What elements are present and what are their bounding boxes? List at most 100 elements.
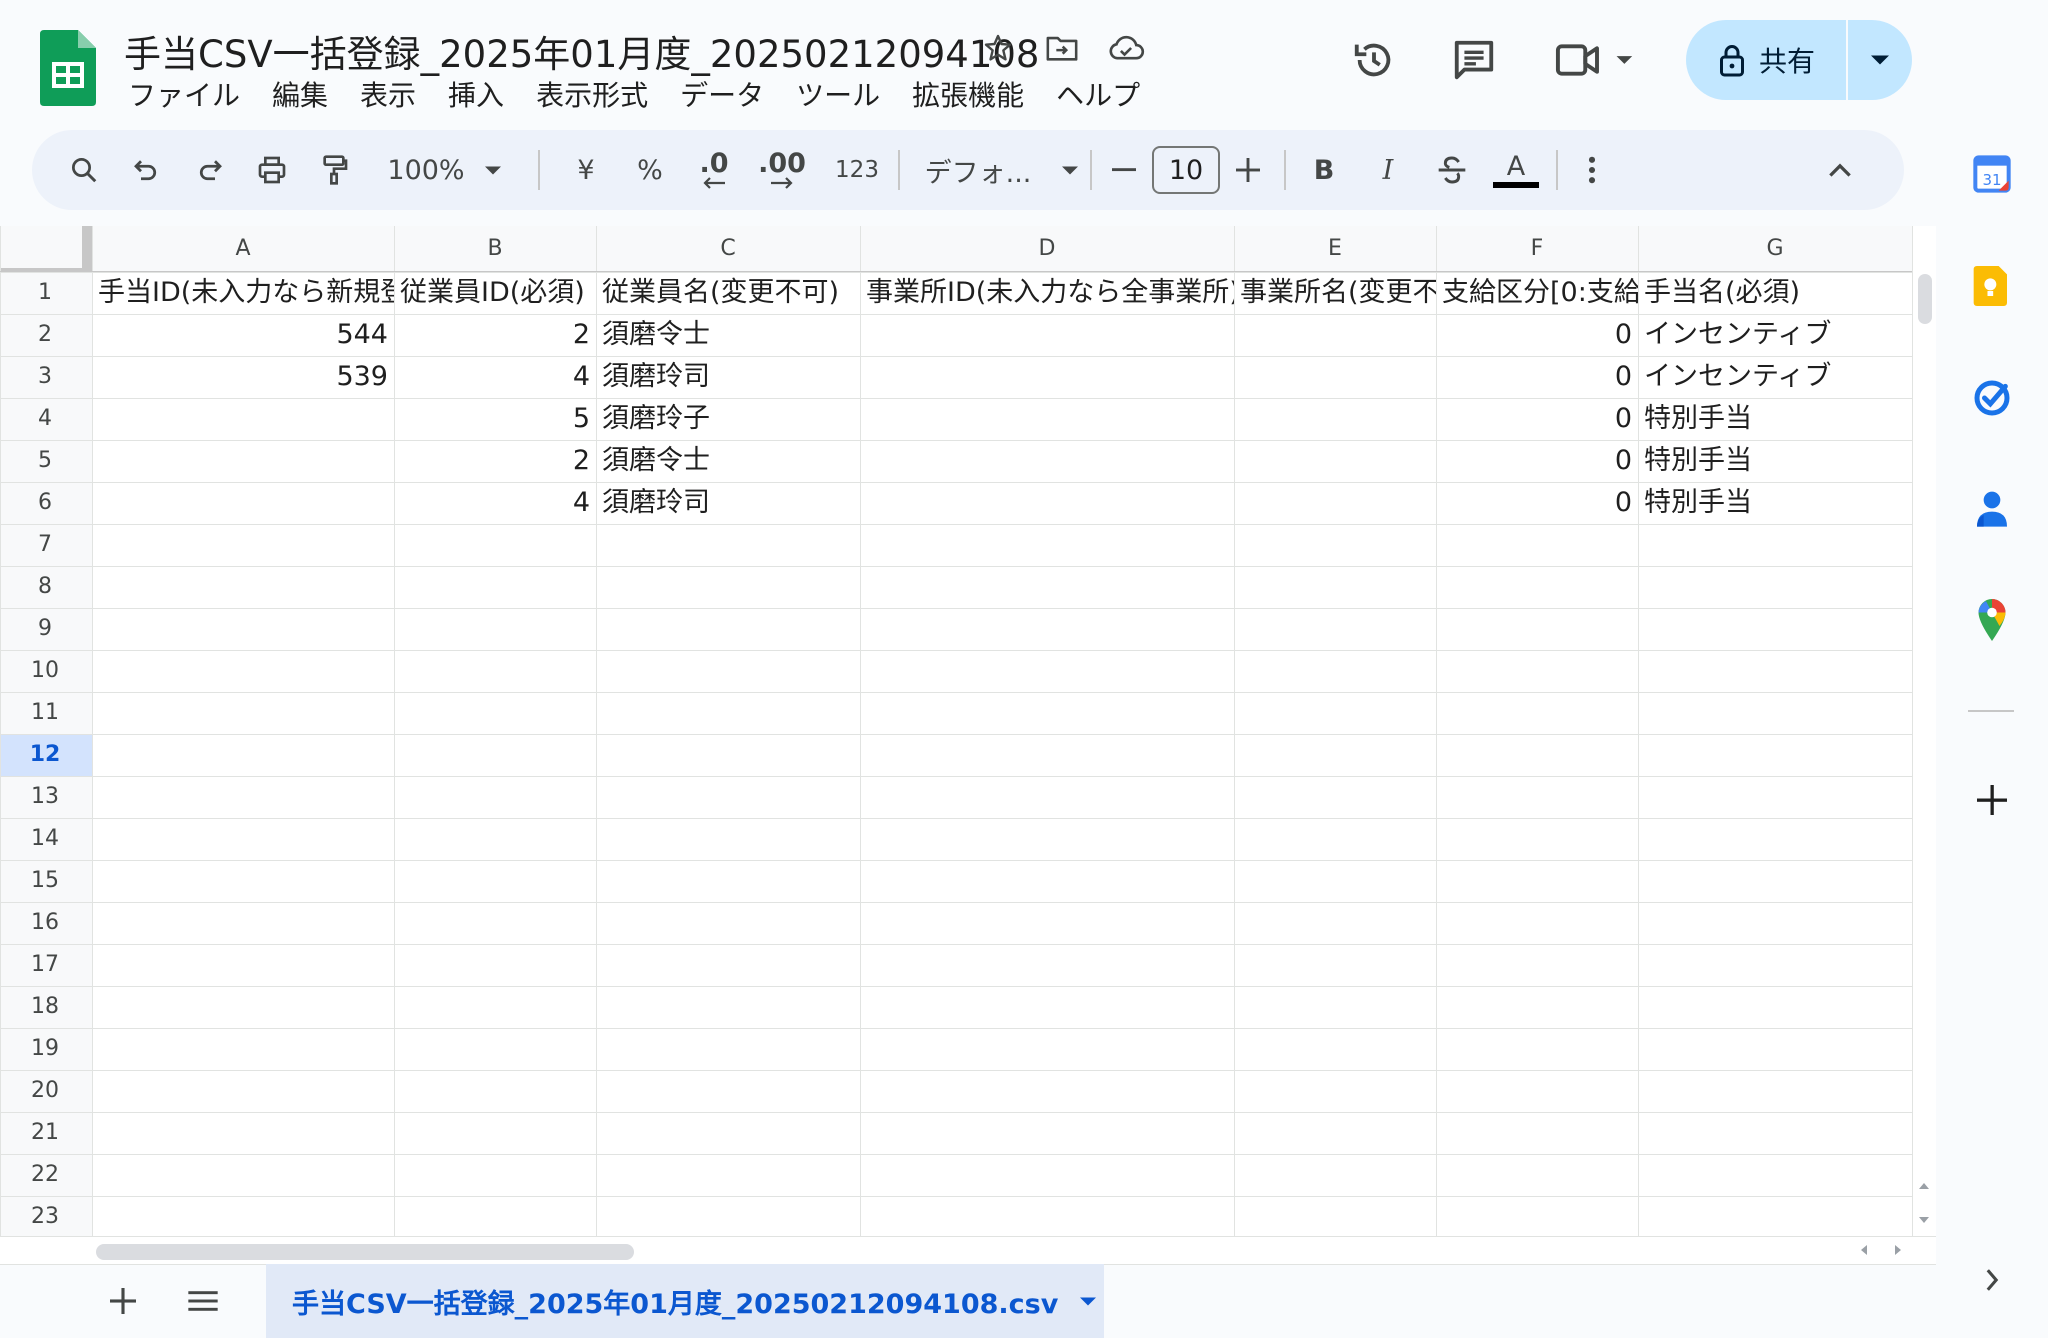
column-header-b[interactable]: B xyxy=(394,226,596,272)
share-button[interactable]: 共有 xyxy=(1686,20,1912,100)
cell[interactable]: 特別手当 xyxy=(1638,440,1912,482)
scroll-right-icon[interactable] xyxy=(1886,1240,1910,1260)
font-family-select[interactable]: デフォ... xyxy=(908,130,1048,210)
decrease-decimal-button[interactable]: .0 xyxy=(684,130,744,210)
search-menus-icon[interactable] xyxy=(54,130,114,210)
menu-view[interactable]: 表示 xyxy=(344,76,432,116)
menu-extensions[interactable]: 拡張機能 xyxy=(896,76,1040,116)
cell[interactable]: 4 xyxy=(394,482,596,524)
cell[interactable]: 事業所ID(未入力なら全事業所) xyxy=(860,272,1234,314)
cell[interactable]: 須磨玲子 xyxy=(596,398,860,440)
move-to-folder-icon[interactable] xyxy=(1042,28,1082,68)
calendar-icon[interactable]: 31 xyxy=(1964,146,2020,202)
menu-help[interactable]: ヘルプ xyxy=(1040,76,1156,116)
column-header-f[interactable]: F xyxy=(1436,226,1638,272)
cell[interactable]: 0 xyxy=(1436,398,1638,440)
bold-button[interactable]: B xyxy=(1296,130,1352,210)
text-color-button[interactable]: A xyxy=(1486,130,1546,210)
cell[interactable]: 2 xyxy=(394,440,596,482)
more-vert-icon[interactable] xyxy=(1570,130,1614,210)
cell[interactable]: 手当ID(未入力なら新規登 xyxy=(92,272,394,314)
redo-icon[interactable] xyxy=(182,130,238,210)
row-header[interactable]: 11 xyxy=(0,692,90,734)
cell[interactable]: 従業員名(変更不可) xyxy=(596,272,860,314)
row-header[interactable]: 2 xyxy=(0,314,90,356)
sheet-tab-chevron-down-icon[interactable] xyxy=(1080,1297,1097,1306)
scroll-down-icon[interactable] xyxy=(1912,1208,1936,1232)
star-icon[interactable] xyxy=(978,28,1018,68)
cell[interactable]: 特別手当 xyxy=(1638,482,1912,524)
document-title[interactable]: 手当CSV一括登録_2025年01月度_20250212094108 xyxy=(124,24,1039,78)
column-header-c[interactable]: C xyxy=(596,226,860,272)
cell[interactable]: 事業所名(変更不 xyxy=(1234,272,1436,314)
increase-font-size-icon[interactable] xyxy=(1224,130,1272,210)
row-header[interactable]: 1 xyxy=(0,272,90,314)
sheet-tab[interactable]: 手当CSV一括登録_2025年01月度_20250212094108.csv xyxy=(266,1264,1104,1338)
scroll-up-icon[interactable] xyxy=(1912,1174,1936,1198)
row-header[interactable]: 4 xyxy=(0,398,90,440)
row-header[interactable]: 13 xyxy=(0,776,90,818)
zoom-chevron-down-icon[interactable] xyxy=(478,130,508,210)
row-header[interactable]: 17 xyxy=(0,944,90,986)
row-header[interactable]: 23 xyxy=(0,1196,90,1236)
font-size-input[interactable]: 10 xyxy=(1152,146,1220,194)
column-header-d[interactable]: D xyxy=(860,226,1234,272)
italic-button[interactable]: I xyxy=(1360,130,1416,210)
spreadsheet-grid[interactable]: A B C D E F G 1 2 3 4 5 6 7 8 9 10 11 12 13 14 15 16 17 18 19 20 21… xyxy=(0,226,1936,1236)
cell[interactable]: 須磨玲司 xyxy=(596,482,860,524)
row-header[interactable]: 3 xyxy=(0,356,90,398)
cell[interactable]: 須磨玲司 xyxy=(596,356,860,398)
tasks-icon[interactable] xyxy=(1964,370,2020,426)
cell[interactable]: 539 xyxy=(92,356,394,398)
sheets-logo[interactable] xyxy=(40,30,96,106)
scroll-left-icon[interactable] xyxy=(1852,1240,1876,1260)
cell[interactable]: 須磨令士 xyxy=(596,314,860,356)
cell[interactable]: 0 xyxy=(1436,314,1638,356)
row-header[interactable]: 5 xyxy=(0,440,90,482)
chevron-up-icon[interactable] xyxy=(1812,130,1868,210)
add-sheet-icon[interactable] xyxy=(98,1276,148,1326)
undo-icon[interactable] xyxy=(118,130,174,210)
row-header[interactable]: 19 xyxy=(0,1028,90,1070)
row-header[interactable]: 6 xyxy=(0,482,90,524)
column-header-a[interactable]: A xyxy=(92,226,394,272)
vertical-scrollbar-thumb[interactable] xyxy=(1918,274,1932,324)
font-chevron-down-icon[interactable] xyxy=(1050,130,1090,210)
cell[interactable]: 0 xyxy=(1436,356,1638,398)
row-header[interactable]: 18 xyxy=(0,986,90,1028)
row-header[interactable]: 9 xyxy=(0,608,90,650)
menu-data[interactable]: データ xyxy=(664,76,780,116)
more-formats-button[interactable]: 123 xyxy=(824,130,890,210)
menu-insert[interactable]: 挿入 xyxy=(432,76,520,116)
row-header[interactable]: 7 xyxy=(0,524,90,566)
cell[interactable]: 手当名(必須) xyxy=(1638,272,1912,314)
cell[interactable]: 4 xyxy=(394,356,596,398)
cell[interactable]: インセンティブ xyxy=(1638,314,1912,356)
menu-format[interactable]: 表示形式 xyxy=(520,76,664,116)
comments-icon[interactable] xyxy=(1444,30,1504,90)
paint-format-icon[interactable] xyxy=(306,130,362,210)
version-history-icon[interactable] xyxy=(1344,30,1404,90)
row-header[interactable]: 21 xyxy=(0,1112,90,1154)
row-header[interactable]: 16 xyxy=(0,902,90,944)
cell[interactable]: 2 xyxy=(394,314,596,356)
cell[interactable]: インセンティブ xyxy=(1638,356,1912,398)
row-header[interactable]: 22 xyxy=(0,1154,90,1196)
keep-icon[interactable] xyxy=(1964,258,2020,314)
cell[interactable]: 544 xyxy=(92,314,394,356)
row-header[interactable]: 10 xyxy=(0,650,90,692)
menu-edit[interactable]: 編集 xyxy=(256,76,344,116)
row-header[interactable]: 8 xyxy=(0,566,90,608)
cell[interactable]: 5 xyxy=(394,398,596,440)
menu-tools[interactable]: ツール xyxy=(780,76,896,116)
print-icon[interactable] xyxy=(244,130,300,210)
cell[interactable]: 支給区分[0:支給、 xyxy=(1436,272,1638,314)
currency-format-button[interactable]: ¥ xyxy=(558,130,614,210)
increase-decimal-button[interactable]: .00 xyxy=(748,130,816,210)
cell[interactable]: 特別手当 xyxy=(1638,398,1912,440)
row-header[interactable]: 14 xyxy=(0,818,90,860)
meet-icon[interactable] xyxy=(1552,30,1642,90)
cell[interactable]: 従業員ID(必須) xyxy=(394,272,596,314)
percent-format-button[interactable]: % xyxy=(622,130,678,210)
decrease-font-size-icon[interactable] xyxy=(1100,130,1148,210)
